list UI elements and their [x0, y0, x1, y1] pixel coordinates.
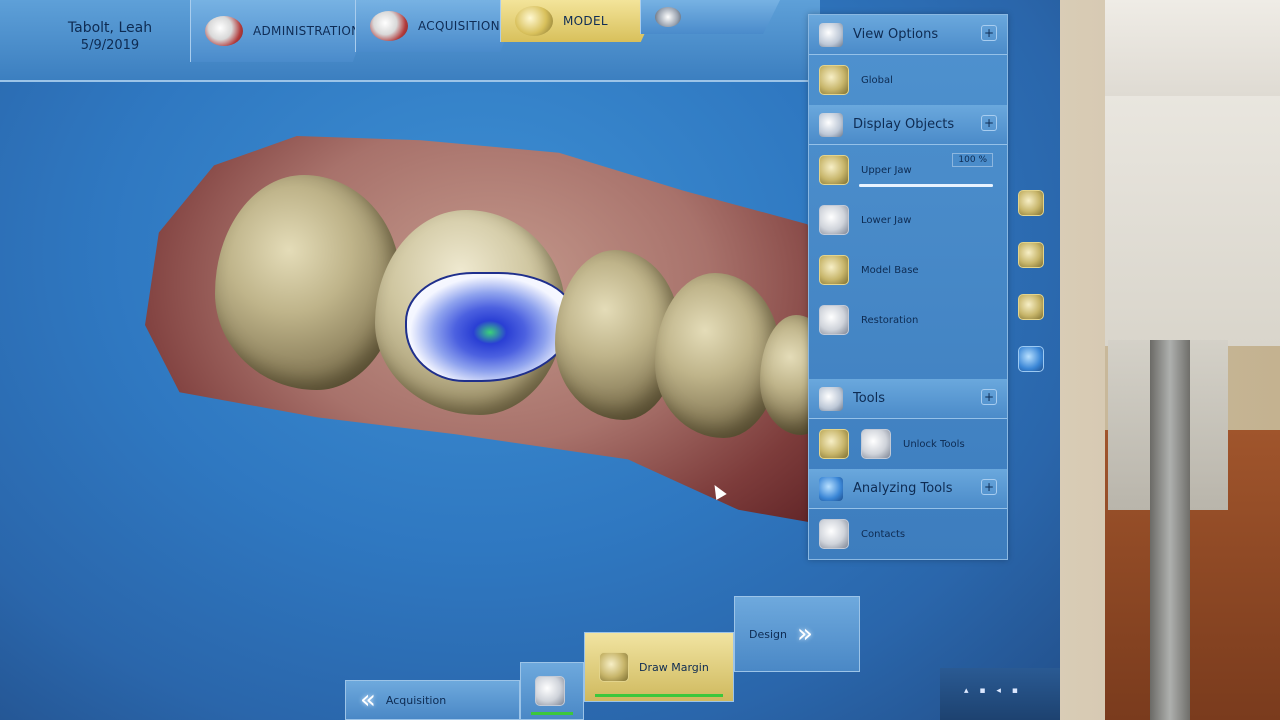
- step-design[interactable]: Design »: [734, 596, 860, 672]
- analyze-icon: [819, 476, 843, 501]
- view-screen-icon[interactable]: [1018, 346, 1044, 372]
- pin-button[interactable]: +: [981, 389, 997, 405]
- tools-title: Tools: [853, 391, 886, 406]
- patient-info: Tabolt, Leah 5/9/2019: [30, 20, 190, 53]
- workflow-bar: « Acquisition Draw Margin Design »: [345, 596, 860, 720]
- opacity-value: 100 %: [952, 153, 993, 167]
- step-draw-margin[interactable]: Draw Margin: [584, 632, 734, 702]
- phase-bar: Tabolt, Leah 5/9/2019 ADMINISTRATION ACQ…: [0, 0, 820, 82]
- row-label: Contacts: [861, 528, 906, 540]
- view-options-title: View Options: [853, 27, 939, 42]
- counter-cabinet: [1100, 0, 1280, 100]
- display-objects-icon: [819, 112, 843, 137]
- tray-clock: [1049, 676, 1052, 688]
- app-screen: Tabolt, Leah 5/9/2019 ADMINISTRATION ACQ…: [0, 0, 1060, 720]
- pin-button[interactable]: +: [981, 115, 997, 131]
- side-icon-strip: [1018, 190, 1048, 398]
- tab-model[interactable]: MODEL: [500, 0, 660, 42]
- tools-row: Unlock Tools: [809, 419, 1007, 469]
- step-progress-bar: [595, 694, 723, 697]
- counter: [1100, 96, 1280, 346]
- display-restoration[interactable]: Restoration: [809, 295, 1007, 345]
- system-tray: ▴ ▪ ◂ ▪: [940, 668, 1060, 720]
- slider-fill: [859, 184, 993, 187]
- draw-margin-icon: [599, 652, 629, 682]
- contacts-icon: [819, 519, 849, 549]
- row-label: Upper Jaw: [861, 164, 912, 176]
- display-model-base[interactable]: Model Base: [809, 245, 1007, 295]
- tooth-molar: [215, 175, 400, 390]
- upper-jaw-icon: [819, 155, 849, 185]
- tab-label: ADMINISTRATION: [253, 24, 361, 38]
- tab-administration[interactable]: ADMINISTRATION: [190, 0, 375, 62]
- patient-date: 5/9/2019: [80, 38, 140, 53]
- row-label: Model Base: [861, 264, 919, 276]
- step-trim[interactable]: [520, 662, 584, 720]
- side-panel: View Options + Global Display Objects + …: [808, 14, 1008, 560]
- panel-spacer: [809, 345, 1007, 379]
- tray-icons[interactable]: ▴ ▪ ◂ ▪: [964, 686, 1022, 696]
- step-complete-bar: [531, 712, 573, 715]
- unlock-tools-label: Unlock Tools: [903, 438, 965, 450]
- step-label: Acquisition: [385, 693, 447, 707]
- analyzing-tools-title: Analyzing Tools: [853, 481, 953, 496]
- cube-icon: [819, 22, 843, 47]
- teeth-scan-icon: [370, 11, 408, 41]
- jaw-icon: [205, 16, 243, 46]
- back-arrow-icon: «: [360, 685, 376, 715]
- tools-ring-icon: [819, 386, 843, 411]
- row-label: Restoration: [861, 314, 919, 326]
- view-rotate-icon[interactable]: [1018, 294, 1044, 320]
- unlock-icon[interactable]: [861, 429, 891, 459]
- row-label: Global: [861, 74, 893, 86]
- tab-label: MODEL: [563, 14, 608, 28]
- chair-post: [1150, 340, 1190, 720]
- lower-jaw-icon: [819, 205, 849, 235]
- tooth-premolar: [655, 273, 780, 438]
- 3d-model-viewport[interactable]: [145, 115, 835, 535]
- pin-button[interactable]: +: [981, 479, 997, 495]
- patient-name: Tabolt, Leah: [67, 20, 153, 36]
- display-objects-title: Display Objects: [853, 117, 955, 132]
- view-options-header[interactable]: View Options +: [809, 15, 1007, 55]
- upper-jaw-slider[interactable]: [859, 184, 993, 187]
- analyzing-tools-header[interactable]: Analyzing Tools +: [809, 469, 1007, 509]
- pin-button[interactable]: +: [981, 25, 997, 41]
- display-objects-header[interactable]: Display Objects +: [809, 105, 1007, 145]
- tools-header[interactable]: Tools +: [809, 379, 1007, 419]
- display-lower-jaw[interactable]: Lower Jaw: [809, 195, 1007, 245]
- restoration-icon: [819, 305, 849, 335]
- forward-arrow-icon: »: [796, 619, 813, 649]
- model-tooth-icon: [515, 6, 553, 36]
- view-occlusal-icon[interactable]: [1018, 242, 1044, 268]
- tab-label: ACQUISITION: [418, 19, 500, 33]
- view-global[interactable]: Global: [809, 55, 1007, 105]
- step-label: Draw Margin: [639, 660, 709, 674]
- analyze-contacts[interactable]: Contacts: [809, 509, 1007, 559]
- lock-icon[interactable]: [819, 429, 849, 459]
- jaw-global-icon: [819, 65, 849, 95]
- step-acquisition[interactable]: « Acquisition: [345, 680, 520, 720]
- row-label: Lower Jaw: [861, 214, 912, 226]
- crown-icon: [655, 7, 681, 27]
- jaw-trim-icon: [535, 676, 565, 706]
- tab-design[interactable]: [640, 0, 780, 34]
- tab-acquisition[interactable]: ACQUISITION: [355, 0, 520, 52]
- view-front-icon[interactable]: [1018, 190, 1044, 216]
- model-base-icon: [819, 255, 849, 285]
- display-upper-jaw[interactable]: Upper Jaw 100 %: [809, 145, 1007, 195]
- step-label: Design: [749, 627, 787, 641]
